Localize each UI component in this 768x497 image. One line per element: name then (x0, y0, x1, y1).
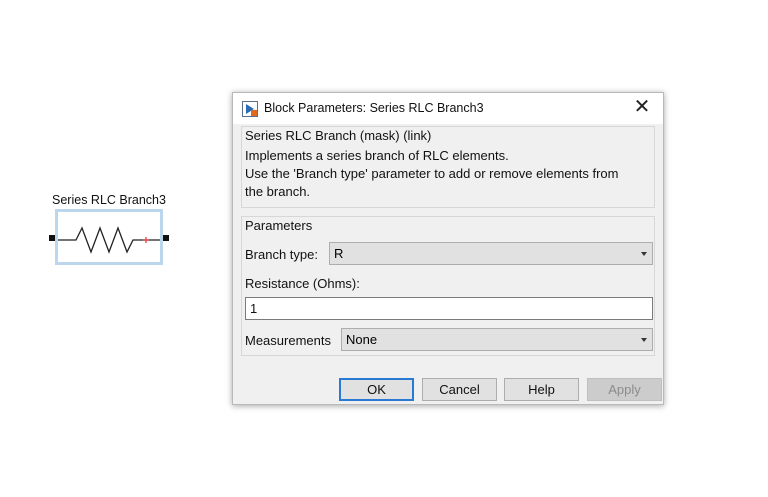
mask-description-group: Series RLC Branch (mask) (link) Implemen… (241, 126, 655, 208)
right-port[interactable] (163, 235, 169, 241)
parameters-group: Parameters Branch type: R Resistance (Oh… (241, 216, 655, 356)
ok-button[interactable]: OK (339, 378, 414, 401)
resistance-label: Resistance (Ohms): (245, 276, 360, 291)
description-line: Implements a series branch of RLC elemen… (245, 148, 509, 163)
measurements-dropdown[interactable]: None (341, 328, 653, 351)
close-button[interactable]: ✕ (629, 96, 655, 120)
parameters-title: Parameters (245, 218, 313, 233)
cancel-button[interactable]: Cancel (422, 378, 497, 401)
dialog-titlebar[interactable]: Block Parameters: Series RLC Branch3 ✕ (233, 93, 663, 124)
branch-type-value: R (334, 246, 344, 261)
description-line: the branch. (245, 184, 311, 199)
block-parameters-dialog: Block Parameters: Series RLC Branch3 ✕ S… (232, 92, 664, 405)
mask-title: Series RLC Branch (mask) (link) (245, 128, 432, 143)
measurements-value: None (346, 332, 378, 347)
block-name-label[interactable]: Series RLC Branch3 (40, 193, 178, 207)
chevron-down-icon (641, 252, 647, 256)
mask-description: Implements a series branch of RLC elemen… (245, 147, 648, 201)
chevron-down-icon (641, 338, 647, 342)
branch-type-dropdown[interactable]: R (329, 242, 653, 265)
series-rlc-branch-block[interactable] (55, 209, 163, 265)
simulink-canvas: Series RLC Branch3 Block Parameters: Ser… (0, 0, 768, 497)
help-button[interactable]: Help (504, 378, 579, 401)
resistor-icon (58, 226, 160, 254)
branch-type-label: Branch type: (245, 247, 318, 262)
simulink-app-icon (242, 101, 258, 117)
apply-button[interactable]: Apply (587, 378, 662, 401)
description-line: Use the 'Branch type' parameter to add o… (245, 166, 619, 181)
resistance-field[interactable] (245, 297, 653, 320)
dialog-title: Block Parameters: Series RLC Branch3 (264, 101, 484, 115)
measurements-label: Measurements (245, 333, 331, 348)
